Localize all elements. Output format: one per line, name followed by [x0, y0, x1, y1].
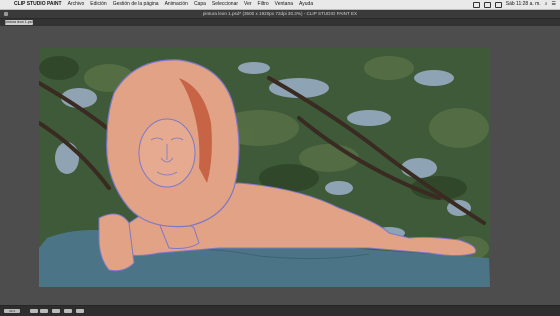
- menu-archivo[interactable]: Archivo: [68, 0, 85, 9]
- screen-mirror-icon[interactable]: [472, 1, 480, 8]
- menu-ver[interactable]: Ver: [244, 0, 252, 9]
- document-tab[interactable]: pintura leon 1.psd: [5, 20, 33, 25]
- menu-seleccionar[interactable]: Seleccionar: [212, 0, 238, 9]
- fit-icon[interactable]: [76, 309, 84, 313]
- menu-capa[interactable]: Capa: [194, 0, 206, 9]
- zoom-in-icon[interactable]: [40, 309, 48, 313]
- window-title-bar: pintura leon 1.psd* (3500 x 1920px 72dpi…: [0, 10, 560, 19]
- search-icon[interactable]: ⌕: [545, 0, 548, 9]
- wifi-icon[interactable]: [483, 1, 491, 8]
- menu-edicion[interactable]: Edición: [90, 0, 106, 9]
- lion-painting: [39, 48, 490, 287]
- menu-ventana[interactable]: Ventana: [275, 0, 293, 9]
- menu-animacion[interactable]: Animación: [165, 0, 188, 9]
- zoom-display[interactable]: 30.3: [4, 309, 20, 313]
- menu-list-icon[interactable]: ☰: [552, 0, 556, 9]
- status-menus: Sáb 11:28 a. m. ⌕ ☰: [472, 0, 556, 9]
- menu-filtro[interactable]: Filtro: [258, 0, 269, 9]
- menu-ayuda[interactable]: Ayuda: [299, 0, 313, 9]
- bottom-status-bar: 30.3: [0, 305, 560, 316]
- macos-menu-bar: CLIP STUDIO PAINT Archivo Edición Gestió…: [0, 0, 560, 10]
- menu-app-name[interactable]: CLIP STUDIO PAINT: [14, 0, 62, 9]
- menu-gestion-pagina[interactable]: Gestión de la página: [113, 0, 159, 9]
- window-title: pintura leon 1.psd* (3500 x 1920px 72dpi…: [202, 11, 358, 16]
- menu-items: CLIP STUDIO PAINT Archivo Edición Gestió…: [14, 0, 313, 9]
- rotate-icon[interactable]: [52, 309, 60, 313]
- document-tab-row: pintura leon 1.psd: [0, 19, 560, 26]
- zoom-out-icon[interactable]: [30, 309, 38, 313]
- canvas-artwork[interactable]: [39, 48, 490, 287]
- clock[interactable]: Sáb 11:28 a. m.: [506, 0, 541, 9]
- flip-icon[interactable]: [64, 309, 72, 313]
- battery-icon[interactable]: [494, 1, 502, 8]
